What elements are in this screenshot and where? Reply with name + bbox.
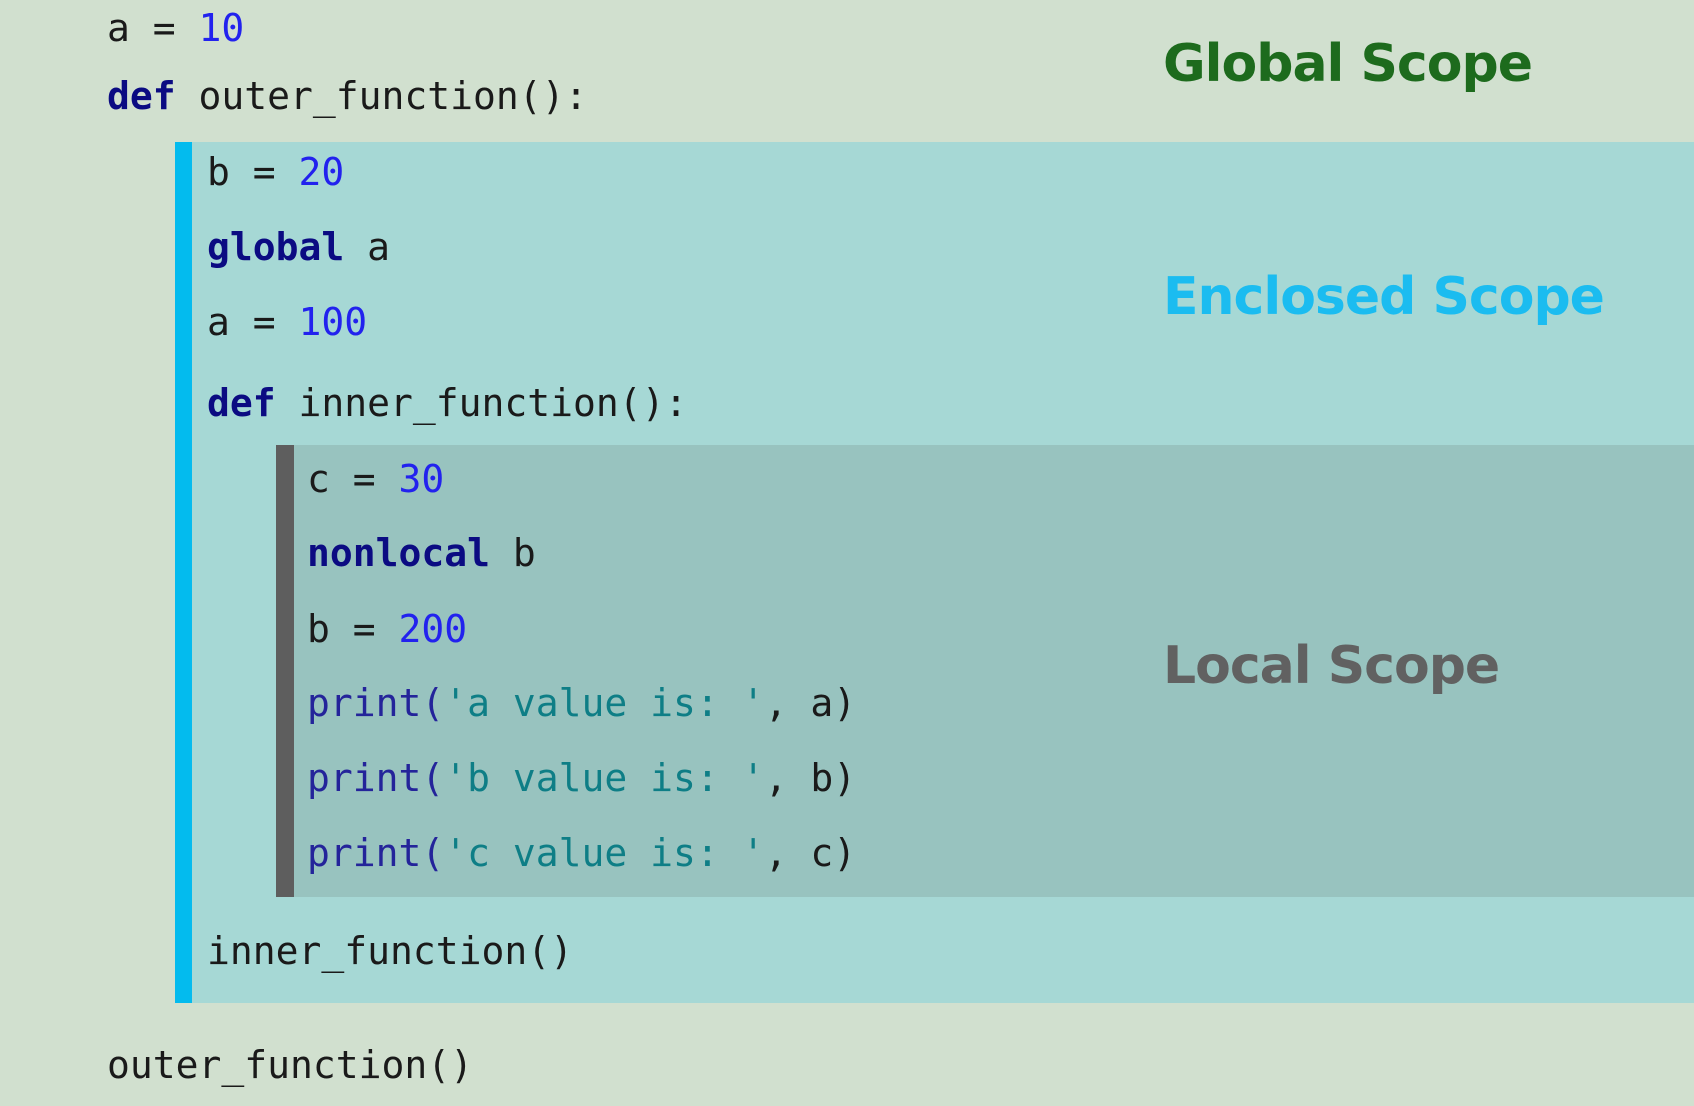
code-line-print-b: print('b value is: ', b) xyxy=(307,756,856,800)
code-line-print-a: print('a value is: ', a) xyxy=(307,681,856,725)
code-function-name: inner_function(): xyxy=(275,381,688,425)
code-line-global-decl: global a xyxy=(207,225,390,269)
code-var: b xyxy=(307,607,330,651)
code-line-local-assign-c: c = 30 xyxy=(307,457,444,501)
code-line-inner-def: def inner_function(): xyxy=(207,381,687,425)
code-function-call: print( xyxy=(307,756,445,800)
code-args: , b) xyxy=(764,756,857,800)
code-line-global-assign: a = 10 xyxy=(107,6,244,50)
code-function-call: print( xyxy=(307,831,445,875)
code-operator: = xyxy=(229,150,299,194)
enclosed-scope-bar xyxy=(175,142,192,1003)
code-function-call: print( xyxy=(307,681,445,725)
code-line-outer-def: def outer_function(): xyxy=(107,74,587,118)
code-args: , c) xyxy=(764,831,857,875)
code-line-outer-call: outer_function() xyxy=(107,1043,474,1087)
code-operator: = xyxy=(329,457,399,501)
code-string: 'b value is: ' xyxy=(444,756,765,800)
code-operator: = xyxy=(229,300,299,344)
local-scope-label: Local Scope xyxy=(1163,636,1500,696)
global-scope-label: Global Scope xyxy=(1163,34,1533,94)
code-keyword: nonlocal xyxy=(307,531,491,575)
code-var: b xyxy=(490,531,536,575)
code-keyword: global xyxy=(207,225,345,269)
code-var: c xyxy=(307,457,330,501)
code-number: 20 xyxy=(298,150,345,194)
code-line-inner-call: inner_function() xyxy=(207,929,574,973)
code-args: , a) xyxy=(764,681,857,725)
code-var: a xyxy=(107,6,130,50)
code-number: 100 xyxy=(298,300,368,344)
code-number: 30 xyxy=(398,457,445,501)
code-function-name: outer_function(): xyxy=(175,74,588,118)
code-string: 'c value is: ' xyxy=(444,831,765,875)
enclosed-scope-label: Enclosed Scope xyxy=(1163,267,1605,327)
code-string: 'a value is: ' xyxy=(444,681,765,725)
code-number: 10 xyxy=(198,6,245,50)
code-line-nonlocal-decl: nonlocal b xyxy=(307,531,536,575)
code-operator: = xyxy=(329,607,399,651)
code-line-enclosed-assign-a: a = 100 xyxy=(207,300,367,344)
local-scope-bar xyxy=(276,445,294,897)
code-line-local-assign-b: b = 200 xyxy=(307,607,467,651)
code-keyword: def xyxy=(107,74,176,118)
code-line-print-c: print('c value is: ', c) xyxy=(307,831,856,875)
code-var: a xyxy=(207,300,230,344)
code-var: a xyxy=(344,225,391,269)
code-var: b xyxy=(207,150,230,194)
code-keyword: def xyxy=(207,381,276,425)
code-line-enclosed-assign-b: b = 20 xyxy=(207,150,344,194)
code-number: 200 xyxy=(398,607,468,651)
code-operator: = xyxy=(129,6,199,50)
